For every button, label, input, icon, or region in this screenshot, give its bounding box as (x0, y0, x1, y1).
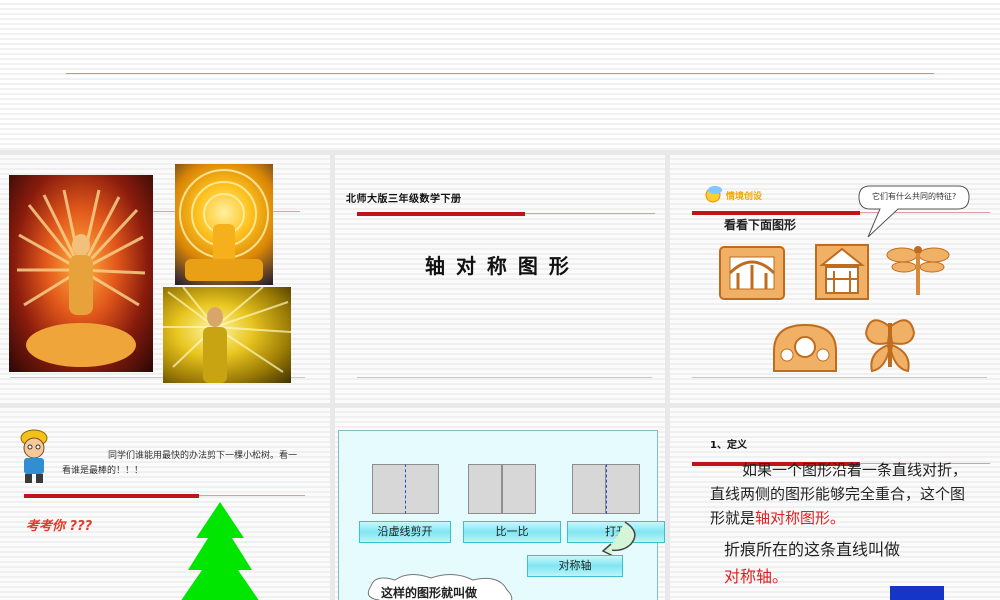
axis-term: 对称轴。 (724, 567, 789, 586)
curved-arrow-icon (597, 518, 641, 558)
footer-rule (357, 377, 652, 378)
papercut-arch-pattern (770, 321, 840, 377)
slide-thumbnail-2[interactable]: 北师大版三年级数学下册 轴 对 称 图 形 (335, 155, 665, 403)
cloud-text: 这样的图形就叫做 (381, 586, 478, 600)
slide-thumbnail-3[interactable]: 情境创设 它们有什么共同的特征? 看看下面图形 (670, 155, 1000, 403)
title-rule-thin (525, 213, 655, 214)
dancers-photo-1 (9, 175, 153, 372)
paper-left-half-2 (468, 464, 502, 514)
top-slide-divider (66, 73, 934, 74)
papercut-gate-pattern (718, 245, 786, 305)
paper-left-half-3 (572, 464, 606, 514)
papercut-pagoda-pattern (812, 241, 872, 305)
paper-right-half-2 (502, 464, 536, 514)
axis-definition: 折痕所在的这条直线叫做 对称轴。 (724, 536, 974, 590)
cut-step-button[interactable]: 沿虚线剪开 (359, 521, 451, 543)
section-number: 1、定义 (710, 440, 747, 451)
paper-right-half-3 (606, 464, 640, 514)
paper-left-half-1 (372, 464, 406, 514)
cartoon-boy-icon (16, 428, 54, 484)
definition-text: 如果一个图形沿着一条直线对折，直线两侧的图形能够完全重合，这个图形就是轴对称图形… (710, 458, 972, 530)
axis-label-button[interactable]: 对称轴 (527, 555, 623, 577)
slide-heading: 看看下面图形 (724, 218, 797, 232)
bubble-text: 它们有什么共同的特征? (872, 192, 957, 201)
title-rule (357, 212, 525, 216)
slide-thumbnail-5[interactable]: 沿虚线剪开 比一比 打开 对称轴 这样的图形就叫做 (335, 408, 665, 600)
section-badge: 情境创设 (726, 192, 763, 202)
quiz-label: 考考你 ??? (26, 519, 93, 534)
definition-term: 轴对称图形。 (755, 509, 846, 527)
compare-step-button[interactable]: 比一比 (463, 521, 561, 543)
slide-thumbnail-1[interactable] (0, 155, 330, 403)
pine-tree-shape (180, 502, 260, 600)
footer-rule (692, 377, 987, 378)
top-slide-fragment (0, 0, 1000, 150)
dancers-photo-2 (175, 164, 273, 285)
slide-title: 轴 对 称 图 形 (425, 254, 571, 278)
papercut-dragonfly-pattern (886, 241, 950, 301)
slide-thumbnail-4[interactable]: 同学们谁能用最快的办法剪下一棵小松树。看一看谁是最棒的！！！ 考考你 ??? (0, 408, 330, 600)
title-rule-thin (199, 495, 305, 496)
papercut-butterfly-pattern (862, 313, 918, 381)
blue-image-block (890, 586, 944, 600)
title-rule (692, 211, 860, 215)
dancers-photo-3 (163, 287, 291, 383)
slide-header: 北师大版三年级数学下册 (346, 194, 462, 205)
axis-definition-body: 折痕所在的这条直线叫做 (724, 540, 901, 559)
cartoon-sun-icon (703, 184, 723, 204)
task-prompt: 同学们谁能用最快的办法剪下一棵小松树。看一看谁是最棒的！！！ (62, 451, 298, 476)
paper-right-half-1 (405, 464, 439, 514)
title-rule (24, 494, 199, 498)
slide-thumbnail-6[interactable]: 1、定义 如果一个图形沿着一条直线对折，直线两侧的图形能够完全重合，这个图形就是… (670, 408, 1000, 600)
